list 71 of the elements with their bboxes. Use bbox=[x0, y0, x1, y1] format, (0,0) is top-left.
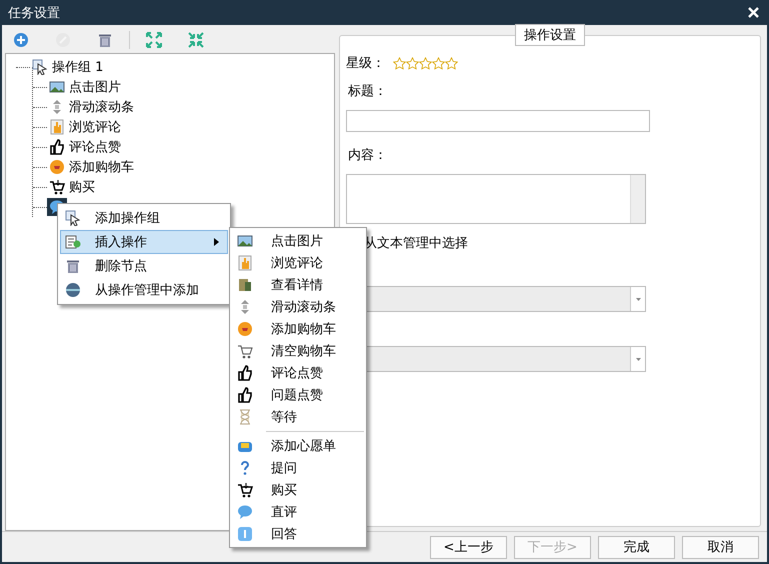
menu-item[interactable]: 回答 bbox=[232, 523, 364, 545]
group-title: 操作设置 bbox=[515, 24, 585, 46]
trash-icon bbox=[65, 258, 81, 274]
menu-item[interactable]: 等待 bbox=[232, 406, 364, 428]
cart-badge-icon bbox=[49, 159, 65, 175]
hand-icon bbox=[49, 119, 65, 135]
footer-button[interactable]: 取消 bbox=[682, 536, 759, 558]
footer-button[interactable]: <上一步 bbox=[430, 536, 507, 558]
cart-icon bbox=[237, 482, 253, 498]
expand-icon bbox=[146, 32, 162, 48]
menu-item[interactable]: 滑动滚动条 bbox=[232, 296, 364, 318]
star-icon[interactable] bbox=[445, 56, 458, 70]
menu-item[interactable]: 浏览评论 bbox=[232, 252, 364, 274]
close-icon[interactable] bbox=[748, 7, 759, 18]
cursor-icon bbox=[32, 59, 48, 75]
menu-item[interactable]: 从操作管理中添加 bbox=[60, 278, 228, 302]
menu-item[interactable]: 问题点赞 bbox=[232, 384, 364, 406]
picture-icon bbox=[237, 233, 253, 249]
menu-item[interactable]: 删除节点 bbox=[60, 254, 228, 278]
menu-item[interactable]: 提问 bbox=[232, 457, 364, 479]
tree-node[interactable]: 浏览评论 bbox=[47, 118, 123, 136]
title-input[interactable] bbox=[346, 110, 650, 132]
star-icon[interactable] bbox=[419, 56, 432, 70]
hand-icon bbox=[237, 255, 253, 271]
thumb-up-icon bbox=[49, 139, 65, 155]
window-title: 任务设置 bbox=[8, 4, 60, 22]
star-icon[interactable] bbox=[393, 56, 406, 70]
tree-node[interactable]: 评论点赞 bbox=[47, 138, 123, 156]
menu-item[interactable]: 插入操作 bbox=[60, 230, 228, 254]
thumb-up-icon bbox=[237, 365, 253, 381]
footer-button[interactable]: 完成 bbox=[598, 536, 675, 558]
chat-bubble-icon bbox=[237, 504, 253, 520]
star-icon[interactable] bbox=[432, 56, 445, 70]
cursor-icon bbox=[65, 210, 81, 226]
dropdown-arrow-icon bbox=[636, 298, 640, 300]
tree-node[interactable]: 操作组 1 bbox=[52, 58, 104, 76]
tree-node[interactable]: 滑动滚动条 bbox=[47, 98, 136, 116]
cart-icon bbox=[237, 343, 253, 359]
menu-item[interactable]: 添加心愿单 bbox=[232, 435, 364, 457]
tree-node[interactable]: 点击图片 bbox=[47, 78, 123, 96]
toolbar-button[interactable] bbox=[144, 30, 164, 50]
cart-badge-icon bbox=[237, 321, 253, 337]
add-icon bbox=[13, 32, 29, 48]
content-label: 内容： bbox=[348, 147, 388, 164]
star-icon[interactable] bbox=[406, 56, 419, 70]
book-icon bbox=[237, 277, 253, 293]
menu-item[interactable]: 购买 bbox=[232, 479, 364, 501]
trash-icon bbox=[97, 32, 113, 48]
tree-node[interactable]: 购买 bbox=[47, 178, 97, 196]
menu-item[interactable]: 查看详情 bbox=[232, 274, 364, 296]
stars-label: 星级： bbox=[346, 55, 385, 72]
cart-icon bbox=[49, 179, 65, 195]
menu-item[interactable]: 评论点赞 bbox=[232, 362, 364, 384]
collapse-icon bbox=[188, 32, 204, 48]
tree-node[interactable]: 添加购物车 bbox=[47, 158, 136, 176]
menu-item[interactable]: 添加购物车 bbox=[232, 318, 364, 340]
info-icon bbox=[237, 526, 253, 542]
menu-item[interactable]: 直评 bbox=[232, 501, 364, 523]
title-label: 标题： bbox=[348, 83, 388, 100]
menu-item[interactable]: 清空购物车 bbox=[232, 340, 364, 362]
thumb-up-icon bbox=[237, 387, 253, 403]
toolbar-button[interactable] bbox=[186, 30, 206, 50]
dropdown-arrow-icon bbox=[636, 358, 640, 360]
globe-icon bbox=[65, 282, 81, 298]
document-add-icon bbox=[65, 234, 81, 250]
content-textarea[interactable] bbox=[346, 174, 646, 224]
menu-item[interactable]: 添加操作组 bbox=[60, 206, 228, 230]
picture-icon bbox=[49, 79, 65, 95]
hourglass-icon bbox=[237, 409, 253, 425]
toolbar-button[interactable] bbox=[11, 30, 31, 50]
menu-item[interactable]: 点击图片 bbox=[232, 230, 364, 252]
